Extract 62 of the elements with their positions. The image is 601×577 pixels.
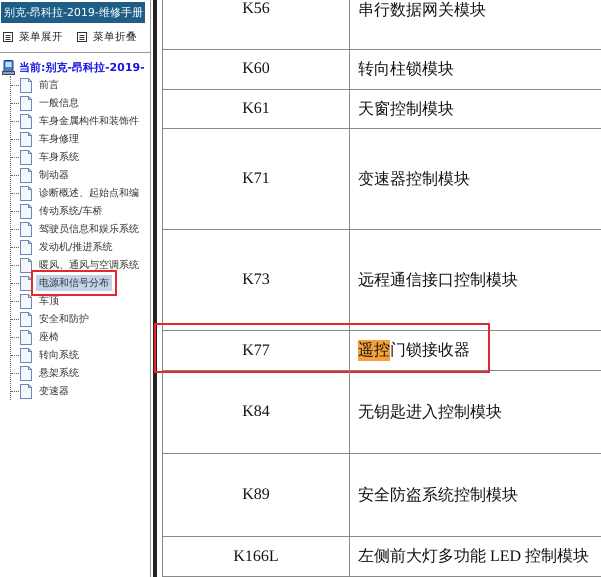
- cell-text: 安全防盗系统控制模块: [358, 486, 518, 506]
- tree-item[interactable]: 变速器: [36, 383, 72, 399]
- document-icon: [19, 312, 33, 326]
- menu-toggle-button[interactable]: 菜单展开: [3, 30, 63, 44]
- table-cell-text: K73: [241, 270, 271, 290]
- cell-text: 串行数据网关模块: [358, 0, 486, 21]
- document-icon: [19, 186, 33, 200]
- menu-toggle-button[interactable]: 菜单折叠: [77, 30, 137, 44]
- table-cell-text: K56: [241, 0, 271, 19]
- cell-text: 变速器控制模块: [358, 170, 470, 190]
- cell-text: 无钥匙进入控制模块: [358, 402, 502, 423]
- document-icon: [19, 276, 33, 290]
- tree-item[interactable]: 电源和信号分布: [36, 275, 112, 291]
- document-icon: [19, 330, 33, 344]
- tree-item[interactable]: 安全和防护: [36, 311, 92, 327]
- table-cell-text: K84: [241, 402, 271, 422]
- tree-item[interactable]: 车身修理: [36, 131, 82, 147]
- document-icon: [19, 96, 33, 110]
- document-icon: [19, 294, 33, 308]
- tree-item[interactable]: 悬架系统: [36, 365, 82, 381]
- table-cell-text: K71: [241, 169, 271, 190]
- document-icon: [19, 204, 33, 218]
- cell-text: 天窗控制模块: [358, 100, 454, 120]
- menu-icon: [77, 32, 87, 42]
- document-icon: [19, 384, 33, 398]
- tree-root[interactable]: 当前:别克-昂科拉-2019-: [19, 60, 145, 75]
- document-icon: [19, 366, 33, 380]
- cell-text: 左侧前大灯多功能 LED 控制模块: [358, 546, 590, 568]
- document-icon: [19, 132, 33, 146]
- tree-item[interactable]: 车身金属构件和装饰件: [36, 113, 142, 129]
- cell-text: 门锁接收器: [390, 340, 470, 362]
- table-cell-text: K61: [241, 99, 271, 120]
- document-icon: [19, 240, 33, 254]
- document-icon: [19, 168, 33, 182]
- table-cell-text: K60: [241, 59, 271, 80]
- tree-item[interactable]: 转向系统: [36, 347, 82, 363]
- computer-icon: [2, 60, 16, 75]
- cell-text: 转向柱锁模块: [358, 60, 454, 80]
- document-icon: [19, 114, 33, 128]
- document-icon: [19, 258, 33, 272]
- search-highlight: 遥控: [358, 340, 390, 362]
- document-icon: [19, 348, 33, 362]
- cell-text: 远程通信接口控制模块: [358, 270, 518, 291]
- sidebar-title: 别克-昂科拉-2019-维修手册: [1, 2, 145, 23]
- menu-icon: [3, 32, 13, 42]
- document-icon: [19, 150, 33, 164]
- document-icon: [19, 78, 33, 92]
- tree-item[interactable]: 发动机/推进系统: [36, 239, 116, 255]
- tree-item[interactable]: 座椅: [36, 329, 62, 345]
- tree-item[interactable]: 车顶: [36, 293, 62, 309]
- tree-item[interactable]: 一般信息: [36, 95, 82, 111]
- tree-item[interactable]: 暖风、通风与空调系统: [36, 257, 142, 273]
- document-icon: [19, 222, 33, 236]
- tree-item[interactable]: 传动系统/车桥: [36, 203, 106, 219]
- table-cell-text: K77: [241, 340, 271, 361]
- tree-item[interactable]: 前言: [36, 77, 62, 93]
- tree-item[interactable]: 车身系统: [36, 149, 82, 165]
- table-cell-text: K89: [241, 485, 271, 506]
- tree-item[interactable]: 诊断概述、起始点和编: [36, 185, 142, 201]
- tree-item[interactable]: 驾驶员信息和娱乐系统: [36, 221, 142, 237]
- tree-item[interactable]: 制动器: [36, 167, 72, 183]
- table-cell-text: K166L: [232, 546, 280, 567]
